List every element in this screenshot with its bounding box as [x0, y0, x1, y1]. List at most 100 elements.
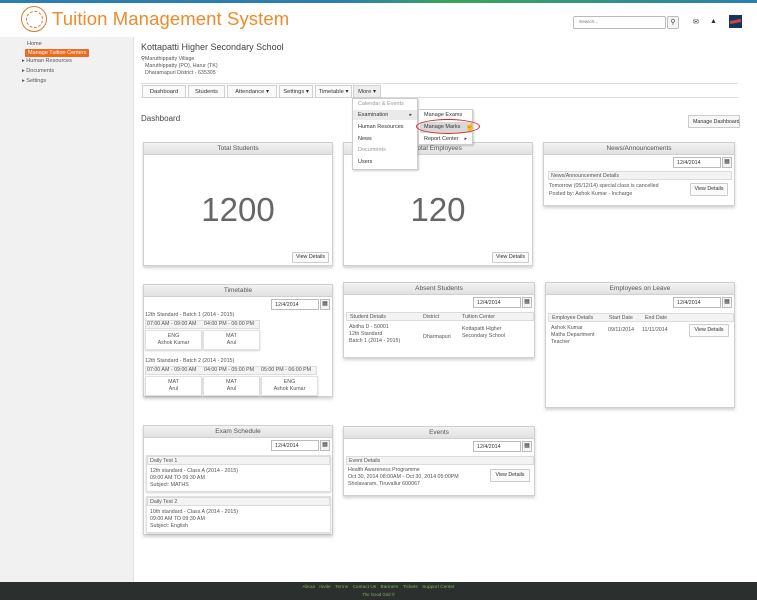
footer-link-about[interactable]: About [302, 585, 315, 590]
absent-students-panel: Absent Students 12/4/2014 ▦ Student Deta… [343, 282, 535, 358]
menu-item-examination[interactable]: Examination [358, 112, 388, 118]
sidebar-item-home[interactable]: Home [27, 41, 42, 47]
page-title: Dashboard [141, 114, 181, 123]
teacher: Arul [168, 386, 179, 392]
timetable-cell[interactable]: MAT Arul [145, 376, 202, 396]
tab-timetable[interactable]: Timetable ▾ [315, 85, 352, 98]
sidebar-item-settings[interactable]: ▸ Settings [22, 78, 46, 84]
exam-schedule-panel: Exam Schedule 12/4/2014 ▦ Daily Test 1 1… [143, 425, 333, 535]
calendar-icon[interactable]: ▦ [722, 297, 732, 308]
logo-icon[interactable] [21, 6, 47, 32]
tuition-center: Secondary School [462, 333, 505, 339]
news-text: Tomorrow (05/12/14) special class is can… [549, 183, 659, 189]
view-details-button[interactable]: View Details [689, 324, 729, 337]
footer-link-invite[interactable]: Invite [319, 585, 330, 590]
menu-item-manage-exams[interactable]: Manage Exams [424, 112, 462, 118]
menu-item-human-resources[interactable]: Human Resources [358, 124, 404, 130]
tab-students[interactable]: Students [188, 85, 225, 98]
table-header: Student Details District Tuition Center [346, 312, 534, 321]
table-header: Event Details [346, 456, 534, 465]
tab-settings[interactable]: Settings ▾ [279, 85, 313, 98]
bell-icon[interactable]: ▲ [710, 18, 717, 25]
menu-item-news[interactable]: News [358, 136, 372, 142]
calendar-icon[interactable]: ▦ [522, 441, 532, 452]
menu-item-report-center[interactable]: Report Center [424, 136, 459, 142]
address-line: Maruthippatty (PO), Harur (TK) [145, 63, 218, 69]
footer-links: About Invite Terms Contact Us Banners Ti… [0, 585, 757, 590]
view-details-button[interactable]: View Details [492, 252, 529, 263]
app-title[interactable]: Tuition Management System [52, 8, 289, 30]
view-details-button[interactable]: View Details [690, 183, 728, 196]
employee-detail: Ashok Kumar [551, 325, 583, 331]
student-detail: 12th Standard [349, 331, 383, 337]
subject: ENG [283, 379, 296, 385]
app-header: Tuition Management System ⚲ ✉ ▲ [0, 3, 757, 37]
subject: ENG [167, 333, 180, 339]
calendar-icon[interactable]: ▦ [320, 299, 330, 310]
view-details-button[interactable]: View Details [490, 469, 530, 482]
timetable-cell[interactable]: ENG Ashok Kumar [261, 376, 318, 396]
news-author: Posted by: Ashok Kumar - Incharge [549, 191, 633, 197]
footer-link-banners[interactable]: Banners [381, 585, 399, 590]
student-detail: Abitha D - 50001 [349, 324, 389, 330]
date-input[interactable]: 12/4/2014 [673, 157, 721, 168]
panel-title: Absent Students [344, 283, 534, 295]
date-input[interactable]: 12/4/2014 [271, 440, 319, 451]
employees-on-leave-panel: Employees on Leave 12/4/2014 ▦ Employee … [545, 282, 735, 408]
view-details-button[interactable]: View Details [292, 252, 329, 263]
column-header: News/Announcement Details [551, 173, 620, 179]
time-slot: 04:00 PM - 06:00 PM [204, 321, 255, 327]
search-icon[interactable]: ⚲ [667, 16, 679, 29]
tab-more[interactable]: More ▾ [353, 85, 381, 98]
exam-name-row: Daily Test 2 [147, 497, 330, 506]
sidebar-item-documents[interactable]: ▸ Documents [22, 68, 54, 74]
timetable-cell[interactable]: ENG Ashok Kumar [145, 330, 202, 350]
sidebar-item-label: Human Resources [26, 58, 72, 64]
more-dropdown-menu: Calendar & Events Examination ▸ Human Re… [352, 98, 418, 170]
caret-right-icon: ▸ [464, 136, 467, 142]
sidebar-item-manage-tuition-centers[interactable]: Manage Tuition Centers [25, 49, 90, 57]
timetable-panel: Timetable 12/4/2014 ▦ 12th Standard - Ba… [143, 284, 333, 397]
exam-detail: 10th standard - Class A (2014 - 2015) [150, 509, 239, 515]
manage-dashboards-button[interactable]: Manage Dashboards [688, 115, 740, 128]
date-input[interactable]: 12/4/2014 [473, 441, 521, 452]
user-avatar[interactable] [729, 15, 742, 28]
tab-dashboard[interactable]: Dashboard [142, 85, 186, 98]
calendar-icon[interactable]: ▦ [522, 297, 532, 308]
calendar-icon[interactable]: ▦ [320, 440, 330, 451]
date-input[interactable]: 12/4/2014 [473, 297, 521, 308]
footer-link-contact[interactable]: Contact Us [352, 585, 376, 590]
footer-link-support[interactable]: Support Center [422, 585, 455, 590]
menu-item-documents[interactable]: Documents [358, 147, 386, 153]
mail-icon[interactable]: ✉ [693, 18, 699, 26]
subject: MAT [168, 379, 179, 385]
end-date: 11/11/2014 [642, 327, 668, 333]
tuition-center: Kottapatti Higher [462, 326, 502, 332]
exam-item[interactable]: Daily Test 1 12th standard - Class A (20… [146, 455, 331, 492]
sidebar-item-human-resources[interactable]: ▸ Human Resources [22, 58, 72, 64]
date-input[interactable]: 12/4/2014 [271, 299, 319, 310]
teacher: Arul [226, 386, 237, 392]
panel-title: Employees on Leave [546, 283, 734, 295]
timetable-cell[interactable]: MAT Arul [203, 376, 260, 396]
batch-label: 12th Standard - Batch 2 (2014 - 2015) [145, 358, 235, 364]
column-header: Employee Details [552, 315, 594, 321]
subject: MAT [226, 379, 237, 385]
menu-item-calendar-events[interactable]: Calendar & Events [358, 101, 404, 107]
time-slot: 07:00 AM - 09:00 AM [147, 367, 197, 373]
calendar-icon[interactable]: ▦ [722, 157, 732, 168]
menu-item-users[interactable]: Users [358, 159, 372, 165]
column-header: Start Date [609, 315, 633, 321]
exam-name: Daily Test 1 [150, 458, 178, 464]
hand-cursor-icon: ☝ [465, 122, 475, 131]
footer: About Invite Terms Contact Us Banners Ti… [0, 582, 757, 600]
footer-link-terms[interactable]: Terms [335, 585, 348, 590]
footer-link-tickets[interactable]: Tickets [403, 585, 418, 590]
total-students-panel: Total Students 1200 View Details [143, 142, 333, 266]
tab-attendance[interactable]: Attendance ▾ [227, 85, 277, 98]
exam-item[interactable]: Daily Test 2 10th standard - Class A (20… [146, 496, 331, 533]
timetable-cell[interactable]: MAT Arul [203, 330, 260, 350]
search-input[interactable] [573, 16, 666, 29]
column-header: Student Details [350, 314, 386, 320]
date-input[interactable]: 12/4/2014 [673, 297, 721, 308]
